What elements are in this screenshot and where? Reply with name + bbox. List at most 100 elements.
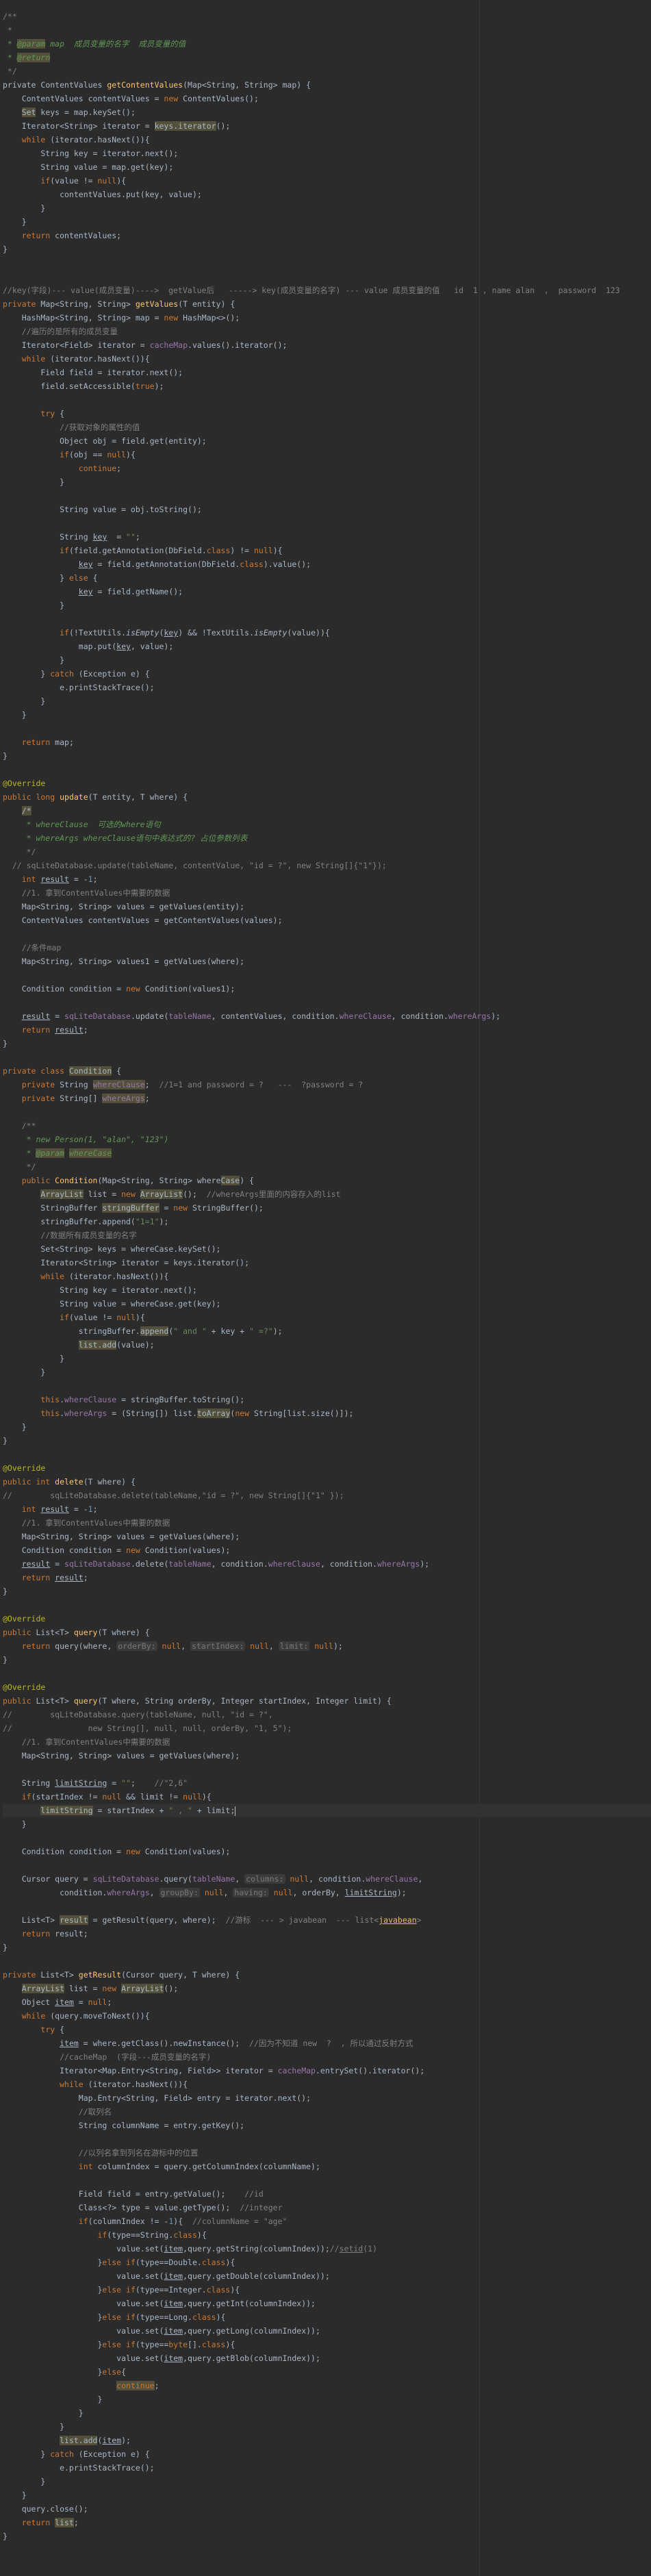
code-line[interactable]: */ — [3, 845, 651, 859]
code-line[interactable]: if(field.getAnnotation(DbField.class) !=… — [3, 544, 651, 557]
code-line[interactable] — [3, 270, 651, 283]
code-line[interactable]: */ — [3, 1160, 651, 1174]
code-line[interactable]: } — [3, 749, 651, 763]
code-line[interactable]: private List<T> getResult(Cursor query, … — [3, 1968, 651, 1982]
code-line[interactable] — [3, 1667, 651, 1680]
code-line[interactable]: while (iterator.hasNext()){ — [3, 1270, 651, 1283]
code-line[interactable]: private String[] whereArgs; — [3, 1091, 651, 1105]
code-line[interactable]: //1. 拿到ContentValues中需要的数据 — [3, 886, 651, 900]
code-line[interactable]: return query(where, orderBy: null, start… — [3, 1639, 651, 1653]
code-line[interactable]: stringBuffer.append("1=1"); — [3, 1215, 651, 1228]
code-line[interactable]: ArrayList list = new ArrayList(); — [3, 1982, 651, 1995]
code-line[interactable]: } — [3, 2475, 651, 2488]
code-line[interactable] — [3, 927, 651, 941]
code-line[interactable]: } catch (Exception e) { — [3, 667, 651, 681]
code-line[interactable]: @Override — [3, 776, 651, 790]
code-line[interactable]: } — [3, 694, 651, 708]
code-line[interactable]: String value = whereCase.get(key); — [3, 1297, 651, 1311]
code-line[interactable]: while (iterator.hasNext()){ — [3, 133, 651, 147]
code-line[interactable]: } — [3, 1420, 651, 1434]
code-line[interactable]: Iterator<Field> iterator = cacheMap.valu… — [3, 338, 651, 352]
code-line[interactable]: item = where.getClass().newInstance(); /… — [3, 2036, 651, 2050]
code-line[interactable]: return list; — [3, 2516, 651, 2529]
code-line[interactable]: ContentValues contentValues = new Conten… — [3, 92, 651, 105]
code-line[interactable]: } — [3, 598, 651, 612]
code-line[interactable] — [3, 1954, 651, 1968]
code-line[interactable]: } — [3, 1653, 651, 1667]
code-line[interactable] — [3, 722, 651, 735]
code-line[interactable]: Iterator<String> iterator = keys.iterato… — [3, 119, 651, 133]
code-line[interactable]: if(startIndex != null && limit != null){ — [3, 1790, 651, 1804]
code-line[interactable] — [3, 763, 651, 776]
code-line[interactable] — [3, 1858, 651, 1872]
code-line[interactable]: key = field.getName(); — [3, 585, 651, 598]
code-line[interactable]: continue; — [3, 2379, 651, 2392]
code-line[interactable]: String limitString = ""; //"2,6" — [3, 1776, 651, 1790]
code-line[interactable]: this.whereClause = stringBuffer.toString… — [3, 1393, 651, 1406]
code-line[interactable]: List<T> result = getResult(query, where)… — [3, 1913, 651, 1927]
code-line[interactable]: while (iterator.hasNext()){ — [3, 2078, 651, 2091]
code-line[interactable]: if(columnIndex != -1){ //columnName = "a… — [3, 2214, 651, 2228]
code-line[interactable] — [3, 1105, 651, 1119]
code-line[interactable]: }else if(type==Double.class){ — [3, 2256, 651, 2269]
code-line[interactable]: } — [3, 2392, 651, 2406]
code-line[interactable]: public List<T> query(T where) { — [3, 1626, 651, 1639]
code-line[interactable]: this.whereArgs = (String[]) list.toArray… — [3, 1406, 651, 1420]
code-line[interactable]: }else{ — [3, 2365, 651, 2379]
code-line[interactable]: condition.whereArgs, groupBy: null, havi… — [3, 1886, 651, 1899]
code-line[interactable]: } else { — [3, 571, 651, 585]
code-line[interactable]: String key = ""; — [3, 530, 651, 544]
code-line[interactable]: list.add(value); — [3, 1338, 651, 1352]
code-line[interactable]: Iterator<String> iterator = keys.iterato… — [3, 1256, 651, 1270]
code-line[interactable]: String columnName = entry.getKey(); — [3, 2119, 651, 2132]
code-line[interactable]: while (query.moveToNext()){ — [3, 2009, 651, 2023]
code-line[interactable]: field.setAccessible(true); — [3, 379, 651, 393]
code-line[interactable]: }else if(type==byte[].class){ — [3, 2338, 651, 2351]
code-line[interactable]: try { — [3, 407, 651, 420]
code-line[interactable] — [3, 516, 651, 530]
code-line[interactable]: Cursor query = sqLiteDatabase.query(tabl… — [3, 1872, 651, 1886]
code-line[interactable]: e.printStackTrace(); — [3, 681, 651, 694]
code-line[interactable]: public Condition(Map<String, String> whe… — [3, 1174, 651, 1187]
code-line[interactable] — [3, 1379, 651, 1393]
code-line[interactable]: Map<String, String> values = getValues(e… — [3, 900, 651, 913]
code-line[interactable]: } — [3, 708, 651, 722]
code-line[interactable]: return contentValues; — [3, 229, 651, 242]
code-line[interactable]: } — [3, 475, 651, 489]
code-line[interactable]: ArrayList list = new ArrayList(); //wher… — [3, 1187, 651, 1201]
code-line[interactable]: private class Condition { — [3, 1064, 651, 1078]
code-line[interactable]: value.set(item,query.getLong(columnIndex… — [3, 2324, 651, 2338]
code-line[interactable]: ContentValues contentValues = getContent… — [3, 913, 651, 927]
code-line[interactable]: } — [3, 1365, 651, 1379]
code-line[interactable]: Condition condition = new Condition(valu… — [3, 1845, 651, 1858]
code-content[interactable]: /** * * @param map 成员变量的名字 成员变量的值 * @ret… — [3, 10, 651, 2543]
code-line[interactable]: Map<String, String> values1 = getValues(… — [3, 955, 651, 968]
code-line[interactable]: //以列名拿到列名在游标中的位置 — [3, 2146, 651, 2160]
code-line[interactable]: Object obj = field.get(entity); — [3, 434, 651, 448]
code-line[interactable] — [3, 1763, 651, 1776]
code-line[interactable]: if(obj == null){ — [3, 448, 651, 462]
code-line[interactable]: Condition condition = new Condition(valu… — [3, 1543, 651, 1557]
code-line[interactable]: //1. 拿到ContentValues中需要的数据 — [3, 1516, 651, 1530]
code-line[interactable]: return result; — [3, 1927, 651, 1941]
code-line[interactable]: * new Person(1, "alan", "123") — [3, 1133, 651, 1146]
code-line[interactable]: while (iterator.hasNext()){ — [3, 352, 651, 366]
code-line[interactable]: Field field = iterator.next(); — [3, 366, 651, 379]
code-line[interactable]: StringBuffer stringBuffer = new StringBu… — [3, 1201, 651, 1215]
code-line[interactable]: //条件map — [3, 941, 651, 955]
code-line[interactable]: value.set(item,query.getBlob(columnIndex… — [3, 2351, 651, 2365]
code-line[interactable]: } — [3, 2529, 651, 2543]
code-line[interactable]: value.set(item,query.getString(columnInd… — [3, 2242, 651, 2256]
code-editor[interactable]: /** * * @param map 成员变量的名字 成员变量的值 * @ret… — [0, 0, 651, 2576]
code-line[interactable]: } — [3, 1037, 651, 1050]
code-line[interactable]: } — [3, 1817, 651, 1831]
code-line[interactable]: String value = obj.toString(); — [3, 503, 651, 516]
code-line[interactable]: Map.Entry<String, Field> entry = iterato… — [3, 2091, 651, 2105]
code-line[interactable]: /** — [3, 10, 651, 23]
code-line[interactable]: continue; — [3, 462, 651, 475]
code-line[interactable]: * @param whereCase — [3, 1146, 651, 1160]
code-line[interactable]: * — [3, 23, 651, 37]
code-line[interactable]: } — [3, 653, 651, 667]
code-line[interactable]: } — [3, 2488, 651, 2502]
code-line[interactable]: query.close(); — [3, 2502, 651, 2516]
